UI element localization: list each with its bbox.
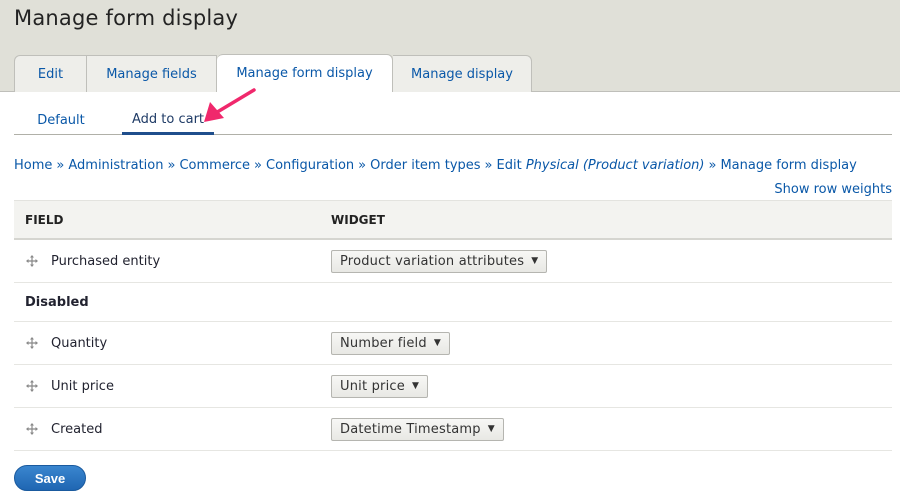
chevron-down-icon: ▼: [433, 338, 441, 348]
breadcrumb-configuration[interactable]: Configuration: [266, 158, 354, 173]
page-header: Manage form display Edit Manage fields M…: [0, 0, 900, 92]
fields-table: FIELD WIDGET Purchased entity Product va…: [14, 200, 892, 451]
breadcrumb-separator: »: [56, 158, 65, 173]
field-label: Created: [51, 421, 103, 437]
widget-select[interactable]: Datetime Timestamp ▼: [331, 417, 504, 441]
show-row-weights-link[interactable]: Show row weights: [774, 182, 892, 197]
table-row: Quantity Number field ▼: [14, 322, 892, 365]
table-row: Created Datetime Timestamp ▼: [14, 408, 892, 451]
breadcrumb-home[interactable]: Home: [14, 158, 52, 173]
table-row: Purchased entity Product variation attri…: [14, 240, 892, 283]
tab-manage-display[interactable]: Manage display: [393, 55, 532, 92]
drag-handle-icon[interactable]: [25, 379, 39, 393]
chevron-down-icon: ▼: [487, 424, 495, 434]
breadcrumb-order-item-types[interactable]: Order item types: [370, 158, 480, 173]
breadcrumb-separator: »: [484, 158, 493, 173]
drag-handle-icon[interactable]: [25, 336, 39, 350]
widget-select-value: Unit price: [340, 378, 405, 394]
primary-tabs: Edit Manage fields Manage form display M…: [14, 54, 532, 93]
secondary-tabs: Default Add to cart: [14, 106, 892, 135]
chevron-down-icon: ▼: [531, 256, 539, 266]
breadcrumb-commerce[interactable]: Commerce: [179, 158, 250, 173]
arrow-icon: [204, 88, 256, 122]
breadcrumb-administration[interactable]: Administration: [68, 158, 163, 173]
subtab-default[interactable]: Default: [14, 106, 108, 134]
drag-handle-icon[interactable]: [25, 254, 39, 268]
table-row: Unit price Unit price ▼: [14, 365, 892, 408]
widget-select[interactable]: Number field ▼: [331, 331, 450, 355]
breadcrumb-manage-form-display[interactable]: Manage form display: [720, 158, 856, 173]
breadcrumb-separator: »: [254, 158, 262, 173]
header-widget: WIDGET: [331, 212, 385, 227]
breadcrumb-separator: »: [708, 158, 717, 173]
disabled-region-title: Disabled: [14, 283, 892, 322]
breadcrumb-separator: »: [167, 158, 176, 173]
widget-select-value: Product variation attributes: [340, 253, 525, 269]
field-label: Unit price: [51, 378, 114, 394]
widget-select[interactable]: Unit price ▼: [331, 374, 429, 398]
breadcrumb-edit-type: Physical (Product variation): [525, 158, 705, 173]
breadcrumb-edit-prefix: Edit: [496, 158, 522, 173]
breadcrumb-edit-physical[interactable]: Edit Physical (Product variation): [497, 158, 705, 173]
tab-edit[interactable]: Edit: [14, 55, 87, 92]
widget-select-value: Number field: [340, 335, 427, 351]
page-title: Manage form display: [14, 6, 239, 30]
breadcrumb-separator: »: [358, 158, 367, 173]
widget-select[interactable]: Product variation attributes ▼: [331, 249, 548, 273]
drag-handle-icon[interactable]: [25, 422, 39, 436]
widget-select-value: Datetime Timestamp: [340, 421, 481, 437]
header-field: FIELD: [25, 212, 64, 227]
field-label: Purchased entity: [51, 253, 161, 269]
table-header: FIELD WIDGET: [14, 200, 892, 240]
chevron-down-icon: ▼: [411, 381, 420, 391]
save-button[interactable]: Save: [14, 465, 86, 491]
field-label: Quantity: [51, 335, 108, 351]
breadcrumb: Home» Administration» Commerce» Configurati…: [14, 158, 857, 173]
